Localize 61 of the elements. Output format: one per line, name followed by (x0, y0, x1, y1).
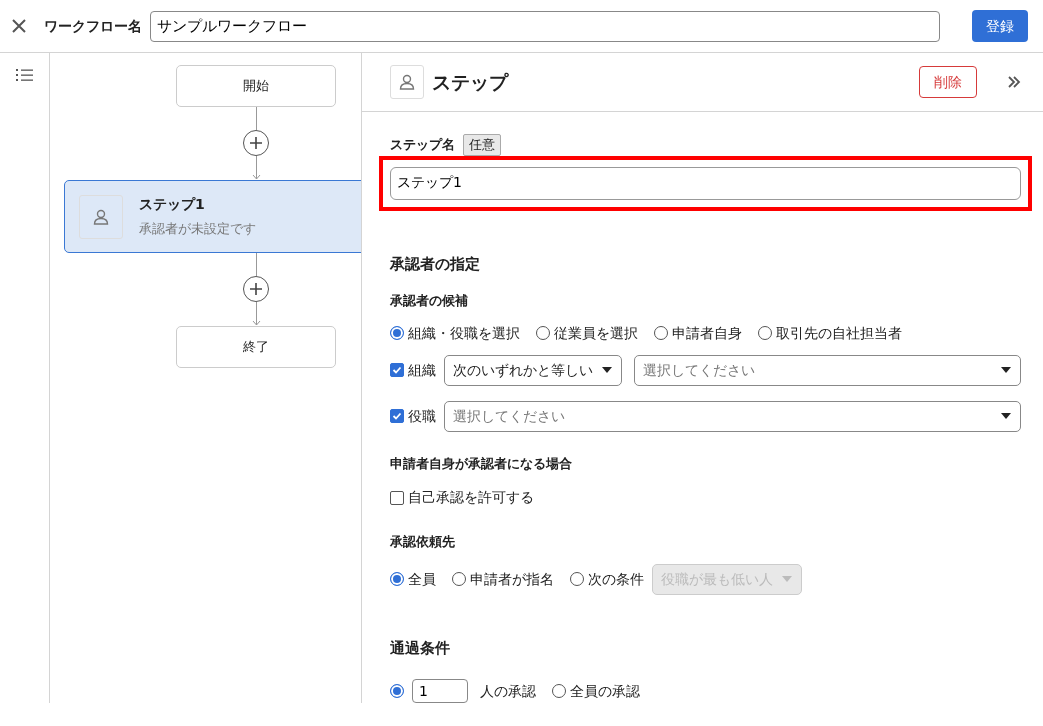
operator-select[interactable]: 次のいずれかと等しい (444, 354, 622, 386)
field-label: ステップ名 (390, 136, 455, 154)
value-select[interactable]: 選択してください (444, 400, 1021, 432)
check-icon (392, 365, 402, 375)
step-title: ステップ1 (139, 195, 206, 215)
option-label: 全員 (408, 569, 436, 589)
checkbox[interactable] (390, 490, 404, 505)
caret-icon (1000, 412, 1012, 420)
select-value: 次のいずれかと等しい (453, 360, 593, 380)
step-card[interactable]: ステップ1 承認者が未設定です (64, 180, 361, 253)
step-name-field[interactable]: ステップ1 (390, 166, 1021, 200)
checkbox[interactable] (390, 363, 404, 377)
workflow-name-label: ワークフロー名 (44, 16, 142, 36)
filter-label: 組織 (408, 360, 436, 380)
optional-tag: 任意 (463, 134, 501, 156)
caret-icon (601, 366, 613, 374)
subsection-heading: 申請者自身が承認者になる場合 (390, 454, 573, 473)
connector-line (255, 107, 257, 130)
radio-button[interactable] (390, 684, 404, 698)
plus-icon (249, 282, 263, 296)
step-subtitle: 承認者が未設定です (139, 220, 256, 239)
option-label: 次の条件 (588, 569, 644, 589)
person-icon (397, 72, 417, 92)
option-label: 申請者自身 (672, 323, 742, 343)
subsection-heading: 承認者の候補 (390, 292, 469, 310)
collapse-icon[interactable] (1007, 75, 1021, 89)
connector-arrow (251, 156, 261, 180)
option-label: 申請者が指名 (470, 569, 554, 589)
subsection-heading: 承認依頼先 (390, 533, 456, 551)
value-select[interactable]: 選択してください (634, 354, 1021, 386)
section-heading: 通過条件 (390, 637, 451, 659)
filter-label: 役職 (408, 406, 436, 426)
flow-node[interactable]: 終了 (176, 326, 336, 368)
connector-line (255, 253, 257, 276)
workflow-name-field[interactable]: サンプルワークフロー (150, 10, 940, 42)
flow-node[interactable]: 開始 (176, 65, 336, 107)
check-icon (392, 411, 402, 421)
radio-button[interactable] (390, 572, 404, 586)
count-field[interactable]: 1 (412, 679, 468, 703)
list-icon[interactable] (15, 67, 34, 83)
select-placeholder: 選択してください (453, 406, 566, 426)
add-step-button[interactable] (243, 130, 269, 156)
option-label: 組織・役職を選択 (408, 323, 520, 343)
select-placeholder: 選択してください (643, 360, 756, 380)
panel-title: ステップ (432, 69, 508, 95)
option-label: 従業員を選択 (554, 323, 638, 343)
close-icon[interactable] (10, 17, 28, 35)
plus-icon (249, 136, 263, 150)
caret-icon (781, 575, 793, 583)
option-label: 取引先の自社担当者 (776, 323, 902, 343)
radio-button[interactable] (390, 326, 404, 340)
checkbox[interactable] (390, 409, 404, 423)
add-step-button[interactable] (243, 276, 269, 302)
caret-icon (1000, 366, 1012, 374)
section-heading: 承認者の指定 (390, 253, 481, 275)
checkbox-label: 自己承認を許可する (408, 488, 534, 507)
delete-button[interactable]: 削除 (919, 66, 977, 98)
option-label: 全員の承認 (570, 681, 640, 701)
option-label: 人の承認 (480, 681, 536, 701)
connector-arrow (251, 302, 261, 326)
register-button[interactable]: 登録 (972, 10, 1028, 42)
